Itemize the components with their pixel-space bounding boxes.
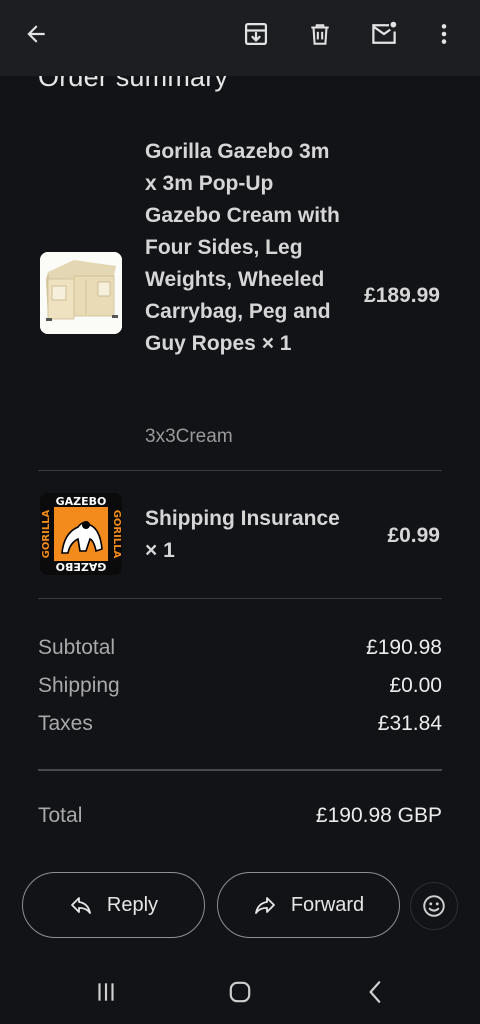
item-divider (38, 470, 442, 471)
logo-text-left: GORILLA (41, 509, 52, 558)
item-name: Shipping Insurance × 1 (145, 507, 340, 562)
forward-label: Forward (290, 893, 365, 916)
subtotal-label: Subtotal (38, 636, 116, 659)
total-row: Total £190.98 GBP (38, 804, 442, 838)
more-vert-icon[interactable] (424, 14, 464, 54)
reply-button[interactable]: Reply (22, 872, 205, 938)
emoji-smile-icon (423, 895, 445, 917)
message-actions: Reply Forward (0, 872, 480, 940)
item-price: £189.99 (364, 284, 440, 307)
forward-button[interactable]: Forward (217, 872, 400, 938)
taxes-label: Taxes (38, 712, 93, 735)
logo-text-top: GAZEBO (56, 495, 107, 508)
home-icon[interactable] (220, 974, 260, 1010)
item-name: Gorilla Gazebo 3m x 3m Pop-Up Gazebo Cre… (145, 140, 340, 355)
taxes-value: £31.84 (377, 712, 442, 735)
shipping-value: £0.00 (389, 674, 442, 697)
total-label: Total (38, 804, 83, 827)
system-navigation-bar (0, 960, 480, 1024)
shipping-label: Shipping (38, 674, 120, 697)
total-divider (38, 769, 442, 771)
subtotal-value: £190.98 (366, 636, 442, 659)
order-item: GAZEBO GAZEBO GORILLA GORILLA Shipping I… (0, 484, 480, 594)
logo-text-right: GORILLA (111, 510, 122, 559)
shipping-row: Shipping £0.00 (38, 674, 442, 708)
reply-label: Reply (106, 893, 159, 916)
recent-apps-icon[interactable] (86, 974, 126, 1010)
archive-icon[interactable] (236, 14, 276, 54)
mail-unread-icon[interactable] (364, 14, 404, 54)
total-value: £190.98 GBP (315, 804, 442, 827)
forward-icon (254, 897, 275, 914)
top-app-bar (0, 0, 480, 76)
gazebo-image (40, 252, 122, 334)
trash-icon[interactable] (300, 14, 340, 54)
arrow-left-icon[interactable] (16, 14, 56, 54)
item-price: £0.99 (387, 524, 440, 547)
item-variant: 3x3Cream (145, 426, 233, 447)
order-item: Gorilla Gazebo 3m x 3m Pop-Up Gazebo Cre… (0, 132, 480, 472)
item-divider (38, 598, 442, 599)
gorilla-gazebo-logo: GAZEBO GAZEBO GORILLA GORILLA (40, 493, 122, 575)
reply-icon (71, 897, 91, 914)
back-nav-icon[interactable] (356, 974, 396, 1010)
order-summary-title: Order summary (38, 76, 229, 92)
taxes-row: Taxes £31.84 (38, 712, 442, 746)
logo-text-bottom: GAZEBO (56, 560, 107, 573)
subtotal-row: Subtotal £190.98 (38, 636, 442, 670)
email-body[interactable]: Order summary Gorilla Gazebo 3m x 3m Pop… (0, 76, 480, 856)
emoji-react-button[interactable] (410, 882, 458, 930)
